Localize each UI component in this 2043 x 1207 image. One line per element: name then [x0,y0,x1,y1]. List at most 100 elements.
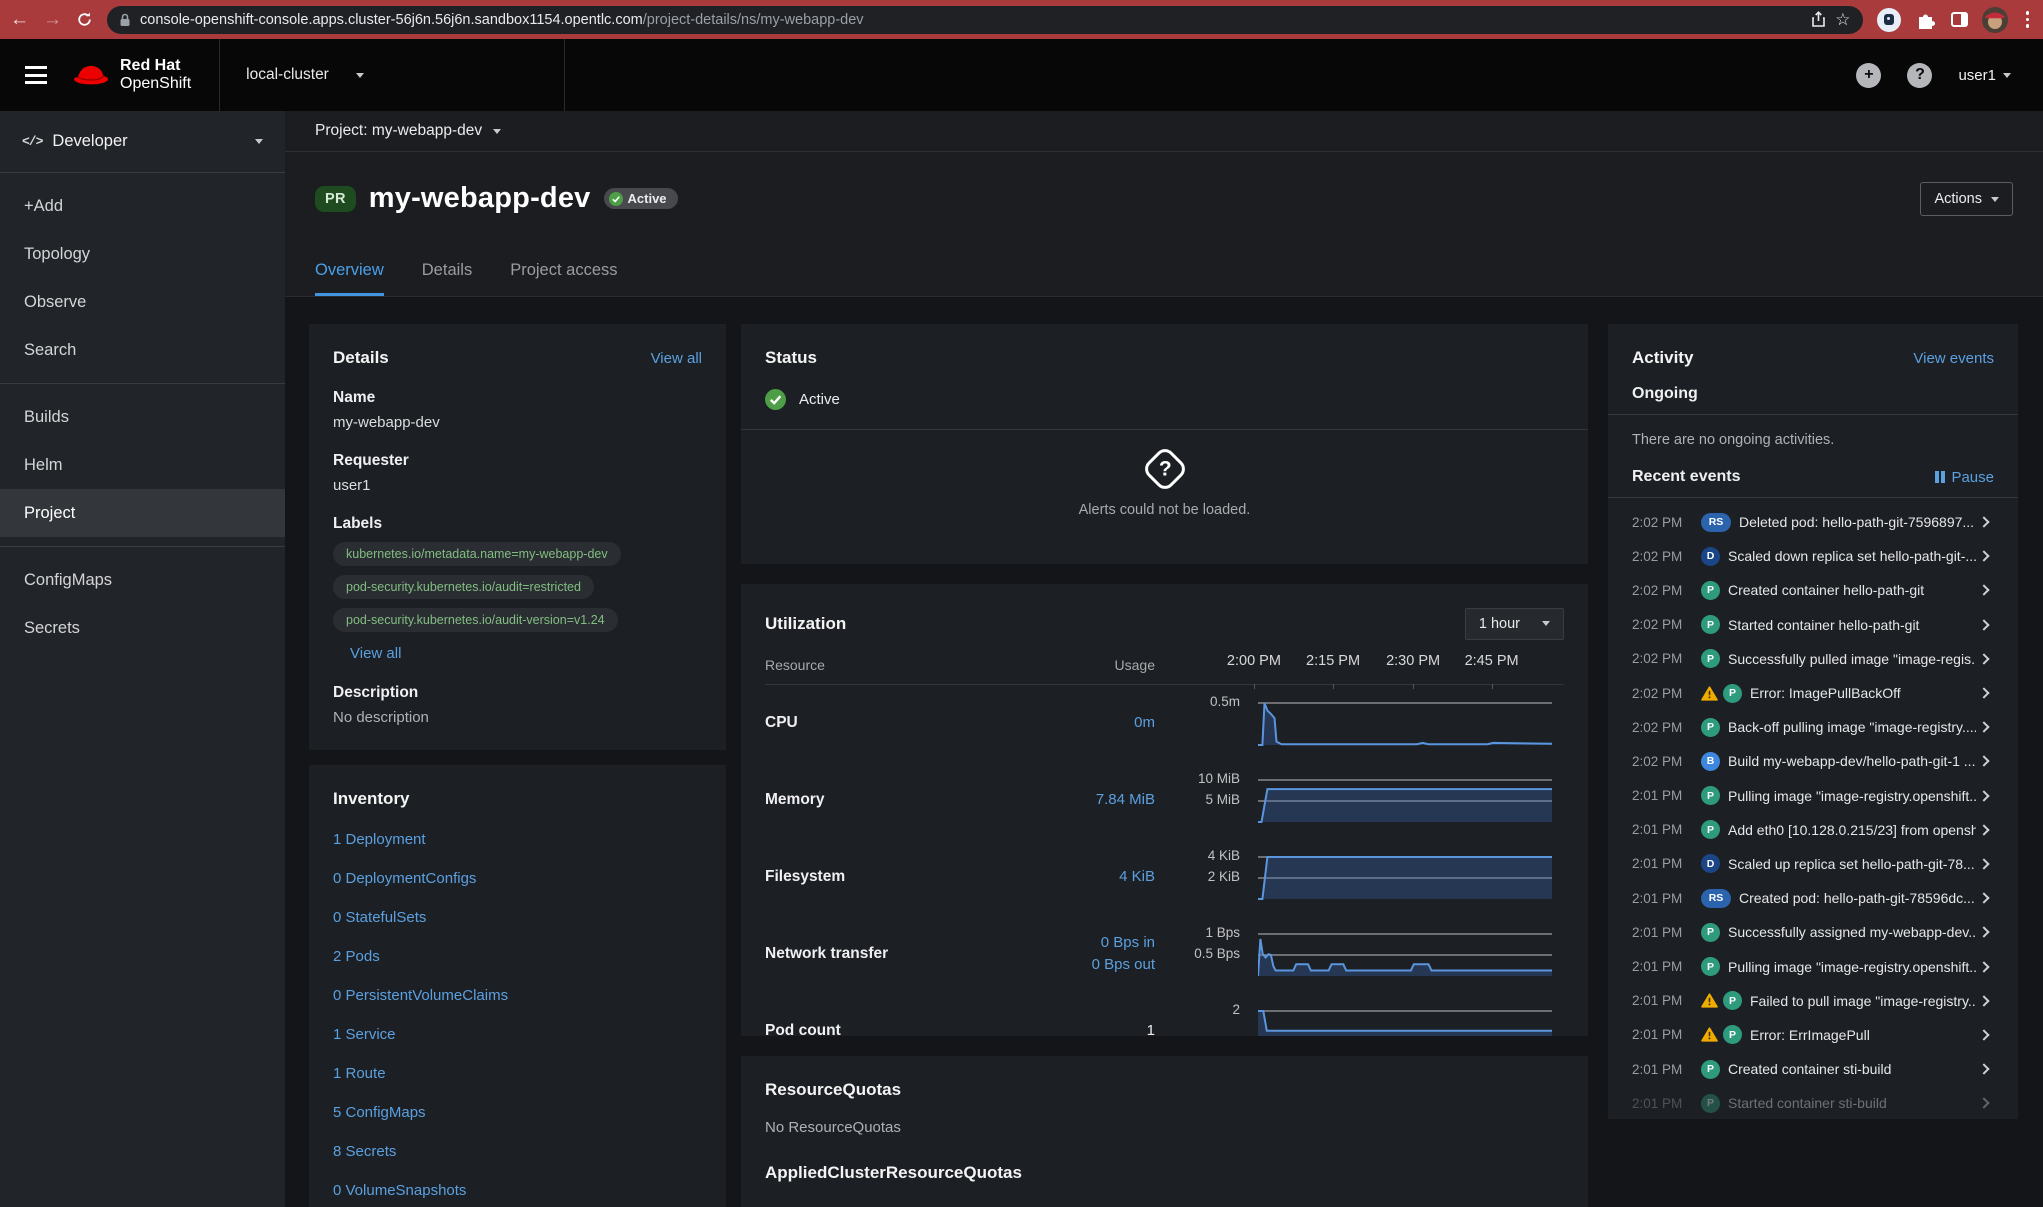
inventory-link-pods[interactable]: 2 Pods [333,948,702,965]
sidebar-item-search[interactable]: Search [0,326,285,374]
inventory-link-configmaps[interactable]: 5 ConfigMaps [333,1104,702,1121]
event-row[interactable]: 2:01 PMDScaled up replica set hello-path… [1632,847,1994,881]
usage-value[interactable]: 0 Bps out [1015,954,1155,976]
event-row[interactable]: 2:02 PMPError: ImagePullBackOff [1632,676,1994,710]
event-row[interactable]: 2:02 PMDScaled down replica set hello-pa… [1632,539,1994,573]
pause-events-button[interactable]: Pause [1935,469,1994,486]
tab-overview[interactable]: Overview [315,254,384,296]
event-row[interactable]: 2:02 PMPBack-off pulling image "image-re… [1632,710,1994,744]
event-row[interactable]: 2:02 PMRSDeleted pod: hello-path-git-759… [1632,505,1994,539]
extension-1password-icon[interactable] [1877,8,1901,32]
event-time: 2:01 PM [1632,1096,1695,1111]
time-tick-label: 2:30 PM [1386,653,1440,669]
chevron-right-icon[interactable] [1978,1063,1989,1074]
browser-reload-icon[interactable] [76,11,93,28]
chevron-right-icon[interactable] [1978,961,1989,972]
inventory-link-route[interactable]: 1 Route [333,1065,702,1082]
browser-menu-icon[interactable] [2022,11,2034,28]
chevron-right-icon[interactable] [1978,858,1989,869]
event-row[interactable]: 2:01 PMPAdd eth0 [10.128.0.215/23] from … [1632,813,1994,847]
event-row[interactable]: 2:01 PMPError: ErrImagePull [1632,1018,1994,1052]
view-events-link[interactable]: View events [1913,350,1994,367]
tab-project-access[interactable]: Project access [510,254,617,296]
hamburger-menu-icon[interactable] [0,66,72,84]
event-text: Created container hello-path-git [1728,582,1976,598]
usage-value[interactable]: 4 KiB [1015,866,1155,888]
chevron-right-icon[interactable] [1978,892,1989,903]
url-bar[interactable]: console-openshift-console.apps.cluster-5… [107,6,1863,34]
tab-details[interactable]: Details [422,254,472,296]
event-row[interactable]: 2:01 PMPPulling image "image-registry.op… [1632,949,1994,983]
details-view-all-link[interactable]: View all [651,350,702,367]
sidebar-item-configmaps[interactable]: ConfigMaps [0,556,285,604]
sidebar-item-project[interactable]: Project [0,489,285,537]
sparkline-chart [1258,1006,1552,1036]
chevron-right-icon[interactable] [1978,1029,1989,1040]
inventory-link-deploymentconfigs[interactable]: 0 DeploymentConfigs [333,870,702,887]
side-panel-icon[interactable] [1951,12,1968,27]
event-row[interactable]: 2:01 PMPSuccessfully assigned my-webapp-… [1632,915,1994,949]
chevron-right-icon[interactable] [1978,995,1989,1006]
actions-button[interactable]: Actions [1920,182,2013,216]
cluster-selector[interactable]: local-cluster [219,39,565,111]
resource-badge-rs: RS [1701,513,1731,532]
chevron-right-icon[interactable] [1978,516,1989,527]
sidebar-item-helm[interactable]: Helm [0,441,285,489]
sidebar-item-secrets[interactable]: Secrets [0,604,285,652]
event-row[interactable]: 2:01 PMPFailed to pull image "image-regi… [1632,984,1994,1018]
sidebar-item-observe[interactable]: Observe [0,278,285,326]
inventory-link-statefulsets[interactable]: 0 StatefulSets [333,909,702,926]
usage-value[interactable]: 0m [1015,712,1155,734]
event-row[interactable]: 2:01 PMPStarted container sti-build [1632,1086,1994,1119]
event-row[interactable]: 2:01 PMPCreated container sti-build [1632,1052,1994,1086]
event-row[interactable]: 2:02 PMPStarted container hello-path-git [1632,608,1994,642]
project-selector[interactable]: Project: my-webapp-dev [315,122,482,140]
inventory-link-service[interactable]: 1 Service [333,1026,702,1043]
chevron-right-icon[interactable] [1978,756,1989,767]
duration-dropdown[interactable]: 1 hour [1465,608,1564,640]
labels-view-all-link[interactable]: View all [350,645,401,662]
extension-puzzle-icon[interactable] [1915,9,1937,31]
inventory-link-volumesnapshots[interactable]: 0 VolumeSnapshots [333,1182,702,1199]
event-row[interactable]: 2:02 PMPCreated container hello-path-git [1632,573,1994,607]
labels-label: Labels [333,515,702,533]
sidebar-item-add[interactable]: +Add [0,182,285,230]
chevron-right-icon[interactable] [1978,1098,1989,1109]
sidebar-item-topology[interactable]: Topology [0,230,285,278]
event-row[interactable]: 2:02 PMBBuild my-webapp-dev/hello-path-g… [1632,744,1994,778]
browser-back-icon[interactable]: ← [10,10,29,29]
usage-value[interactable]: 7.84 MiB [1015,789,1155,811]
inventory-link-deployment[interactable]: 1 Deployment [333,831,702,848]
inventory-link-persistentvolumeclaims[interactable]: 0 PersistentVolumeClaims [333,987,702,1004]
chevron-down-icon [255,139,263,144]
inventory-link-secrets[interactable]: 8 Secrets [333,1143,702,1160]
axis-label: 4 KiB [1208,848,1240,863]
chevron-right-icon[interactable] [1978,722,1989,733]
chevron-right-icon[interactable] [1978,687,1989,698]
help-icon[interactable]: ? [1907,63,1932,88]
bookmark-star-icon[interactable]: ☆ [1835,10,1850,30]
browser-avatar[interactable] [1982,7,2008,33]
resource-name: Filesystem [765,868,1015,886]
user-menu[interactable]: user1 [1958,67,2011,84]
check-circle-icon [609,192,623,206]
sidebar-item-builds[interactable]: Builds [0,393,285,441]
perspective-switcher[interactable]: </> Developer [0,111,285,173]
chevron-down-icon[interactable] [493,129,501,134]
chevron-right-icon[interactable] [1978,551,1989,562]
chevron-right-icon[interactable] [1978,619,1989,630]
chevron-right-icon[interactable] [1978,790,1989,801]
chevron-right-icon[interactable] [1978,585,1989,596]
event-text: Pulling image "image-registry.openshift.… [1728,959,1976,975]
sparkline-chart [1258,929,1552,979]
event-row[interactable]: 2:01 PMPPulling image "image-registry.op… [1632,779,1994,813]
chevron-right-icon[interactable] [1978,653,1989,664]
browser-forward-icon[interactable]: → [43,10,62,29]
event-row[interactable]: 2:01 PMRSCreated pod: hello-path-git-785… [1632,881,1994,915]
event-row[interactable]: 2:02 PMPSuccessfully pulled image "image… [1632,642,1994,676]
share-icon[interactable] [1811,11,1826,28]
chevron-right-icon[interactable] [1978,927,1989,938]
chevron-right-icon[interactable] [1978,824,1989,835]
add-plus-icon[interactable]: + [1856,63,1881,88]
usage-value[interactable]: 0 Bps in [1015,932,1155,954]
